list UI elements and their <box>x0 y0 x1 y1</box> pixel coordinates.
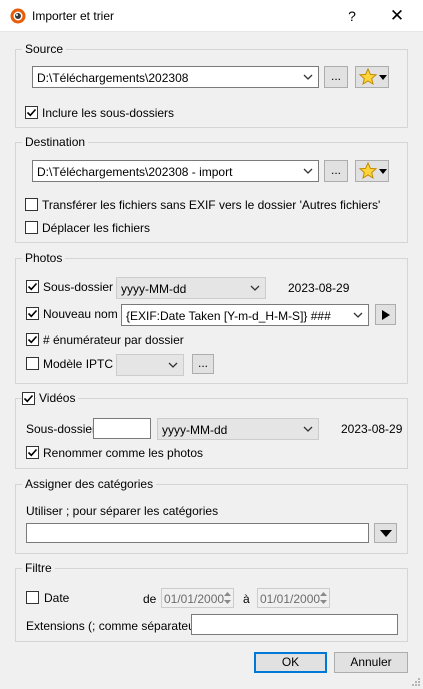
from-date-value: 01/01/2000 <box>164 592 225 606</box>
caret-down-icon <box>380 530 392 537</box>
source-group: Source D:\Téléchargements\202308 ... Inc… <box>15 42 408 128</box>
checkmark-icon <box>23 394 34 403</box>
videos-subfolder-format-combo[interactable]: yyyy-MM-dd <box>157 418 319 440</box>
move-no-exif-label[interactable]: Transférer les fichiers sans EXIF vers l… <box>42 198 380 212</box>
filter-group: Filtre Date de 01/01/2000 à 01/01/2000 E… <box>15 561 408 642</box>
videos-subfolder-format-value: yyyy-MM-dd <box>162 423 228 437</box>
rename-like-photos-checkbox[interactable] <box>26 446 39 459</box>
to-date-spinner[interactable]: 01/01/2000 <box>257 588 330 608</box>
checkmark-icon <box>27 282 38 291</box>
app-logo-icon <box>10 8 26 24</box>
enumerator-label[interactable]: # énumérateur par dossier <box>43 333 184 347</box>
resize-grip-icon[interactable] <box>411 677 421 687</box>
play-arrow-icon <box>382 310 390 320</box>
chevron-down-icon <box>168 362 178 368</box>
up-down-arrows-icon <box>320 592 327 604</box>
categories-input[interactable] <box>26 523 369 543</box>
photos-group: Photos Sous-dossier yyyy-MM-dd 2023-08-2… <box>15 251 408 384</box>
move-no-exif-checkbox[interactable] <box>25 198 38 211</box>
photos-rename-label[interactable]: Nouveau nom <box>43 307 118 321</box>
from-label: de <box>143 592 157 606</box>
chevron-down-icon <box>303 168 313 174</box>
videos-group: Vidéos Sous-dossier yyyy-MM-dd 2023-08-2… <box>15 391 408 469</box>
photos-subfolder-label[interactable]: Sous-dossier <box>43 280 113 294</box>
extensions-label: Extensions (; comme séparateur) <box>26 619 203 633</box>
source-legend: Source <box>22 42 67 56</box>
videos-subfolder-preview: 2023-08-29 <box>341 422 403 436</box>
videos-legend[interactable]: Vidéos <box>36 391 79 405</box>
categories-legend: Assigner des catégories <box>22 477 157 491</box>
videos-subfolder-input[interactable] <box>93 418 151 439</box>
date-filter-label[interactable]: Date <box>44 591 69 605</box>
checkmark-icon <box>27 448 38 457</box>
videos-subfolder-label: Sous-dossier <box>26 422 97 436</box>
checkmark-icon <box>26 108 37 117</box>
photos-rename-pattern-value: {EXIF:Date Taken [Y-m-d_H-M-S]} ### <box>126 309 331 323</box>
include-subfolders-label[interactable]: Inclure les sous-dossiers <box>42 106 174 120</box>
up-down-arrows-icon <box>224 592 231 604</box>
chevron-down-icon <box>353 312 363 318</box>
move-files-label[interactable]: Déplacer les fichiers <box>42 221 150 235</box>
iptc-browse-button[interactable]: ... <box>192 354 214 374</box>
enumerator-checkbox[interactable] <box>26 333 39 346</box>
destination-legend: Destination <box>22 135 89 149</box>
to-label: à <box>243 592 250 606</box>
destination-group: Destination D:\Téléchargements\202308 - … <box>15 135 408 243</box>
source-path-combo[interactable]: D:\Téléchargements\202308 <box>32 66 319 88</box>
chevron-down-icon <box>303 74 313 80</box>
photos-subfolder-format-combo[interactable]: yyyy-MM-dd <box>116 277 266 299</box>
destination-path-combo[interactable]: D:\Téléchargements\202308 - import <box>32 160 319 182</box>
to-date-value: 01/01/2000 <box>260 592 321 606</box>
chevron-down-icon <box>303 426 313 432</box>
photos-subfolder-preview: 2023-08-29 <box>288 281 350 295</box>
help-button[interactable]: ? <box>338 4 366 28</box>
categories-dropdown-button[interactable] <box>374 523 397 543</box>
categories-hint: Utiliser ; pour séparer les catégories <box>26 504 219 518</box>
caret-down-icon <box>379 75 387 80</box>
title-bar: Importer et trier ? ✕ <box>0 0 423 32</box>
iptc-template-checkbox[interactable] <box>26 357 39 370</box>
chevron-down-icon <box>250 285 260 291</box>
photos-subfolder-checkbox[interactable] <box>26 280 39 293</box>
photos-rename-checkbox[interactable] <box>26 307 39 320</box>
date-filter-checkbox[interactable] <box>26 591 39 604</box>
caret-down-icon <box>379 169 387 174</box>
ok-button[interactable]: OK <box>254 652 327 673</box>
include-subfolders-checkbox[interactable] <box>25 106 38 119</box>
cancel-button[interactable]: Annuler <box>334 652 408 673</box>
star-icon <box>358 161 378 180</box>
extensions-input[interactable] <box>191 614 398 635</box>
iptc-template-combo[interactable] <box>116 354 184 376</box>
destination-browse-button[interactable]: ... <box>324 160 348 182</box>
from-date-spinner[interactable]: 01/01/2000 <box>161 588 234 608</box>
rename-pattern-menu-button[interactable] <box>375 304 396 325</box>
filter-legend: Filtre <box>22 561 55 575</box>
window-title: Importer et trier <box>32 9 115 23</box>
photos-rename-pattern-combo[interactable]: {EXIF:Date Taken [Y-m-d_H-M-S]} ### <box>121 304 369 326</box>
iptc-template-label[interactable]: Modèle IPTC <box>43 357 113 371</box>
photos-legend: Photos <box>22 251 66 265</box>
source-path-value: D:\Téléchargements\202308 <box>37 71 189 85</box>
checkmark-icon <box>27 309 38 318</box>
close-button[interactable]: ✕ <box>382 4 412 28</box>
source-favorites-button[interactable] <box>355 66 389 88</box>
photos-subfolder-format-value: yyyy-MM-dd <box>121 282 187 296</box>
destination-favorites-button[interactable] <box>355 160 389 182</box>
categories-group: Assigner des catégories Utiliser ; pour … <box>15 477 408 554</box>
source-browse-button[interactable]: ... <box>324 66 348 88</box>
checkmark-icon <box>27 335 38 344</box>
videos-checkbox[interactable] <box>22 392 35 405</box>
rename-like-photos-label[interactable]: Renommer comme les photos <box>43 446 203 460</box>
move-files-checkbox[interactable] <box>25 221 38 234</box>
destination-path-value: D:\Téléchargements\202308 - import <box>37 165 233 179</box>
star-icon <box>358 67 378 86</box>
